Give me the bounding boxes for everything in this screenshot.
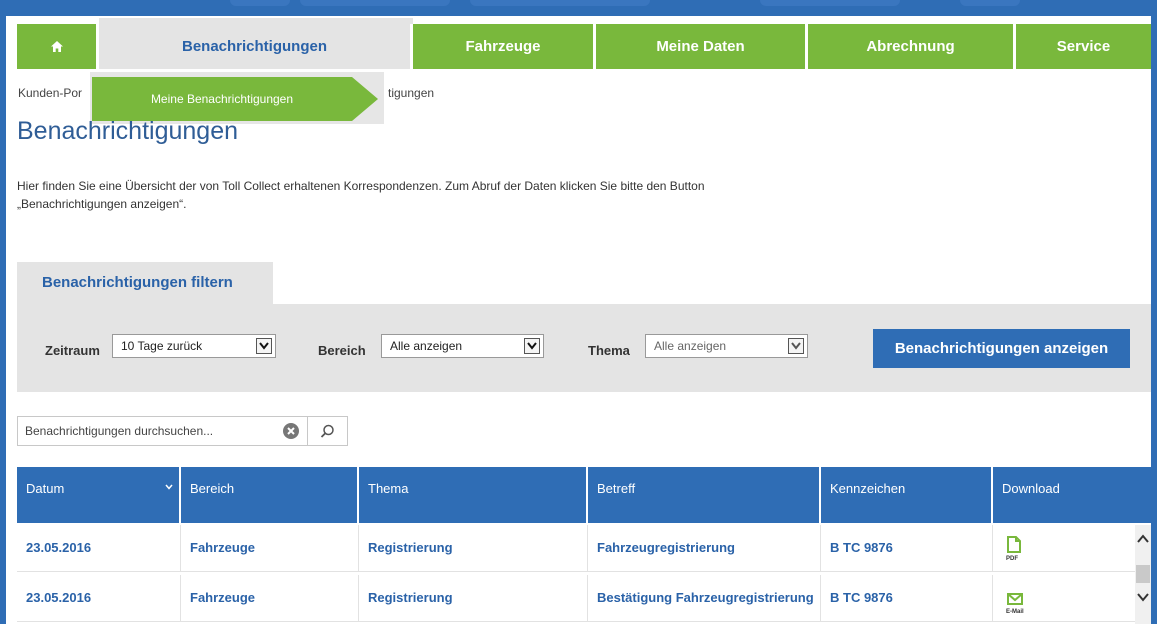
top-frame-bar [0,0,1157,16]
table-scrollbar[interactable] [1135,525,1151,624]
frame-right-border [1151,0,1157,624]
email-caption: E-Mail [1006,609,1024,615]
chevron-down-icon [256,338,272,354]
search-box [17,416,308,446]
show-notifications-button[interactable]: Benachrichtigungen anzeigen [873,329,1130,368]
breadcrumb[interactable]: Kunden-Por [18,86,82,100]
chevron-down-icon [788,338,804,354]
zeitraum-value: 10 Tage zurück [121,339,203,353]
column-header-bereich[interactable]: Bereich [181,467,359,523]
search-icon [320,424,334,438]
nav-home[interactable] [17,24,99,69]
tab-benachrichtigungen-filtern[interactable]: Benachrichtigungen filtern [17,262,273,304]
thema-label: Thema [588,343,630,358]
cell-download: PDF [993,525,1135,571]
column-header-label: Betreff [597,481,636,496]
dropdown-item-meine-benachrichtigungen[interactable]: Meine Benachrichtigungen [92,77,378,121]
column-header-thema[interactable]: Thema [359,467,588,523]
page-title: Benachrichtigungen [17,117,238,145]
envelope-icon [1007,593,1023,605]
intro-text: Hier finden Sie eine Übersicht der von T… [17,179,705,211]
nav-meine-daten[interactable]: Meine Daten [596,24,808,69]
column-header-label: Bereich [190,481,235,496]
zeitraum-label: Zeitraum [45,343,100,358]
nav-abrechnung-label: Abrechnung [866,38,955,55]
column-header-label: Download [1002,481,1060,496]
cell-betreff[interactable]: Fahrzeugregistrierung [588,525,821,571]
nav-benachrichtigungen-label: Benachrichtigungen [181,38,327,55]
clear-icon[interactable] [283,423,299,439]
cell-kennzeichen[interactable]: B TC 9876 [821,575,993,621]
nav-service-label: Service [1056,38,1111,55]
cell-bereich[interactable]: Fahrzeuge [181,575,359,621]
nav-service[interactable]: Service [1016,24,1151,69]
nav-meine-daten-label: Meine Daten [656,38,745,55]
nav-benachrichtigungen[interactable]: Benachrichtigungen [99,24,413,69]
nav-fahrzeuge-label: Fahrzeuge [465,38,541,55]
zeitraum-select[interactable]: 10 Tage zurück [112,334,276,358]
pdf-document-icon [1007,536,1021,553]
cell-bereich[interactable]: Fahrzeuge [181,525,359,571]
column-header-betreff[interactable]: Betreff [588,467,821,523]
dropdown-item-label: Meine Benachrichtigungen [150,92,294,106]
column-header-label: Datum [26,481,65,496]
thema-select[interactable]: Alle anzeigen [645,334,808,358]
table-row[interactable]: 23.05.2016 Fahrzeuge Registrierung Bestä… [17,575,1135,622]
column-header-datum[interactable]: Datum [17,467,181,523]
sort-chevron-icon [165,484,173,490]
column-header-kennzeichen[interactable]: Kennzeichen [821,467,993,523]
thema-value: Alle anzeigen [654,339,727,353]
cell-thema[interactable]: Registrierung [359,575,588,621]
chevron-down-icon[interactable] [1137,591,1149,603]
nav-abrechnung[interactable]: Abrechnung [808,24,1016,69]
home-icon [50,41,63,52]
cell-kennzeichen[interactable]: B TC 9876 [821,525,993,571]
chevron-up-icon[interactable] [1137,533,1149,545]
cell-datum[interactable]: 23.05.2016 [17,525,181,571]
table-header: Datum Bereich Thema Betreff Kennzeichen … [17,467,1151,523]
cell-betreff[interactable]: Bestätigung Fahrzeugregistrierung [588,575,821,621]
column-header-download: Download [993,467,1151,523]
column-header-label: Thema [368,481,409,496]
column-header-label: Kennzeichen [830,481,906,496]
cell-download: E-Mail [993,575,1135,621]
bereich-value: Alle anzeigen [390,339,463,353]
frame-left-border [0,0,6,624]
scrollbar-thumb[interactable] [1136,565,1150,583]
cell-datum[interactable]: 23.05.2016 [17,575,181,621]
search-button[interactable] [308,416,348,446]
cell-thema[interactable]: Registrierung [359,525,588,571]
bereich-label: Bereich [318,343,366,358]
chevron-down-icon [524,338,540,354]
main-navigation: Benachrichtigungen Fahrzeuge Meine Daten… [17,24,1151,69]
nav-fahrzeuge[interactable]: Fahrzeuge [413,24,596,69]
breadcrumb-current: tigungen [388,86,435,100]
bereich-select[interactable]: Alle anzeigen [381,334,544,358]
table-row[interactable]: 23.05.2016 Fahrzeuge Registrierung Fahrz… [17,525,1135,572]
search-input[interactable] [18,417,278,445]
pdf-caption: PDF [1006,556,1018,562]
